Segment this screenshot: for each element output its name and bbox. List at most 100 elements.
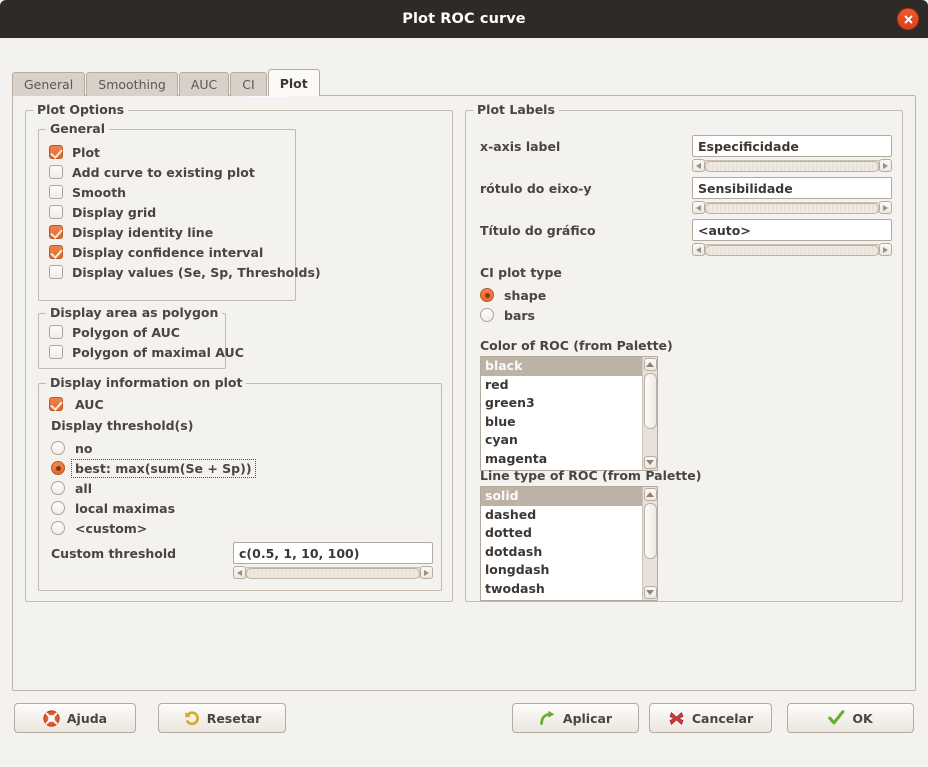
- apply-button[interactable]: Aplicar: [512, 703, 639, 733]
- scroll-right-button[interactable]: [879, 243, 892, 256]
- list-item[interactable]: blue: [481, 413, 642, 432]
- y-axis-label-input[interactable]: [692, 177, 892, 199]
- tab-general[interactable]: General: [12, 72, 86, 96]
- checkbox-auc[interactable]: AUC: [49, 394, 104, 414]
- list-item[interactable]: dotted: [481, 524, 642, 543]
- scroll-left-button[interactable]: [692, 243, 705, 256]
- list-item[interactable]: dashed: [481, 506, 642, 525]
- checkbox-polygon-of-maximal-auc[interactable]: Polygon of maximal AUC: [49, 342, 244, 362]
- plot-title-scrollbar[interactable]: [692, 243, 892, 256]
- custom-threshold-scrollbar[interactable]: [233, 566, 433, 579]
- radio-ci-bars-dot[interactable]: [480, 308, 494, 322]
- reset-button[interactable]: Resetar: [158, 703, 286, 733]
- scroll-track[interactable]: [246, 567, 420, 579]
- scroll-right-button[interactable]: [420, 566, 433, 579]
- linetype-list-scrollbar[interactable]: [642, 487, 657, 600]
- checkbox-display-values-box[interactable]: [49, 265, 63, 279]
- list-item[interactable]: cyan: [481, 431, 642, 450]
- scroll-right-button[interactable]: [879, 159, 892, 172]
- scroll-thumb[interactable]: [246, 568, 420, 579]
- scroll-track[interactable]: [705, 160, 879, 172]
- triangle-left-icon: [696, 204, 701, 211]
- custom-threshold-input[interactable]: [233, 542, 433, 564]
- scroll-thumb[interactable]: [705, 161, 879, 172]
- color-of-roc-listbox[interactable]: black red green3 blue cyan magenta: [480, 356, 658, 471]
- x-axis-label-input[interactable]: [692, 135, 892, 157]
- list-item[interactable]: solid: [481, 487, 642, 506]
- radio-threshold-no-dot[interactable]: [51, 441, 65, 455]
- scroll-thumb[interactable]: [643, 373, 657, 430]
- plot-title-input[interactable]: [692, 219, 892, 241]
- checkbox-smooth[interactable]: Smooth: [49, 182, 291, 202]
- radio-ci-shape[interactable]: shape: [480, 285, 546, 305]
- button-bar: Ajuda Resetar Aplicar Cancelar OK: [0, 691, 928, 767]
- list-item[interactable]: green3: [481, 394, 642, 413]
- tab-plot[interactable]: Plot: [267, 69, 320, 96]
- radio-ci-bars[interactable]: bars: [480, 305, 546, 325]
- checkbox-display-confidence-interval-box[interactable]: [49, 245, 63, 259]
- triangle-up-icon: [646, 492, 654, 497]
- scroll-left-button[interactable]: [692, 159, 705, 172]
- color-list-scrollbar[interactable]: [642, 357, 657, 470]
- scroll-right-button[interactable]: [879, 201, 892, 214]
- tab-auc[interactable]: AUC: [178, 72, 230, 96]
- checkbox-polygon-of-auc[interactable]: Polygon of AUC: [49, 322, 221, 342]
- radio-threshold-custom[interactable]: <custom>: [51, 518, 255, 538]
- list-item[interactable]: black: [481, 357, 642, 376]
- scroll-track[interactable]: [705, 244, 879, 256]
- checkbox-plot[interactable]: Plot: [49, 142, 291, 162]
- line-type-of-roc-caption: Line type of ROC (from Palette): [480, 468, 702, 483]
- scroll-thumb[interactable]: [705, 245, 879, 256]
- help-button[interactable]: Ajuda: [14, 703, 136, 733]
- line-type-of-roc-listbox[interactable]: solid dashed dotted dotdash longdash two…: [480, 486, 658, 601]
- radio-threshold-all[interactable]: all: [51, 478, 255, 498]
- checkbox-display-identity-line[interactable]: Display identity line: [49, 222, 291, 242]
- checkbox-polygon-of-auc-box[interactable]: [49, 325, 63, 339]
- checkbox-display-values[interactable]: Display values (Se, Sp, Thresholds): [49, 262, 321, 282]
- group-display-information-on-plot: Display information on plot AUC Display …: [38, 375, 442, 591]
- checkbox-polygon-of-maximal-auc-box[interactable]: [49, 345, 63, 359]
- list-item[interactable]: dotdash: [481, 543, 642, 562]
- list-item[interactable]: longdash: [481, 561, 642, 580]
- list-item[interactable]: magenta: [481, 450, 642, 469]
- scroll-left-button[interactable]: [233, 566, 246, 579]
- checkbox-add-curve-to-existing-plot[interactable]: Add curve to existing plot: [49, 162, 291, 182]
- cancel-button[interactable]: Cancelar: [649, 703, 772, 733]
- tab-smoothing[interactable]: Smoothing: [86, 72, 178, 96]
- checkbox-auc-box[interactable]: [49, 397, 63, 411]
- radio-threshold-local-maximas-dot[interactable]: [51, 501, 65, 515]
- checkbox-add-curve-box[interactable]: [49, 165, 63, 179]
- scroll-left-button[interactable]: [692, 201, 705, 214]
- scroll-track[interactable]: [643, 501, 657, 586]
- scroll-thumb[interactable]: [643, 503, 657, 560]
- group-plot-options: Plot Options General Plot Add curve to e…: [25, 102, 453, 602]
- radio-threshold-best-dot[interactable]: [51, 461, 65, 475]
- checkbox-smooth-box[interactable]: [49, 185, 63, 199]
- y-axis-label-scrollbar[interactable]: [692, 201, 892, 214]
- scroll-thumb[interactable]: [705, 203, 879, 214]
- group-info-legend: Display information on plot: [46, 375, 247, 390]
- scroll-down-button[interactable]: [643, 586, 657, 599]
- scroll-up-button[interactable]: [643, 358, 657, 371]
- checkbox-display-grid-box[interactable]: [49, 205, 63, 219]
- list-item[interactable]: red: [481, 376, 642, 395]
- close-button[interactable]: [897, 8, 919, 30]
- radio-ci-shape-dot[interactable]: [480, 288, 494, 302]
- scroll-up-button[interactable]: [643, 488, 657, 501]
- radio-threshold-custom-dot[interactable]: [51, 521, 65, 535]
- x-axis-label-scrollbar[interactable]: [692, 159, 892, 172]
- radio-threshold-no[interactable]: no: [51, 438, 255, 458]
- radio-threshold-all-dot[interactable]: [51, 481, 65, 495]
- tab-ci[interactable]: CI: [230, 72, 267, 96]
- list-item[interactable]: twodash: [481, 580, 642, 599]
- ok-button[interactable]: OK: [787, 703, 914, 733]
- checkbox-plot-box[interactable]: [49, 145, 63, 159]
- radio-threshold-local-maximas[interactable]: local maximas: [51, 498, 255, 518]
- scroll-track[interactable]: [705, 202, 879, 214]
- checkbox-display-grid-label: Display grid: [72, 204, 157, 220]
- checkbox-display-identity-line-box[interactable]: [49, 225, 63, 239]
- checkbox-display-grid[interactable]: Display grid: [49, 202, 291, 222]
- radio-threshold-best[interactable]: best: max(sum(Se + Sp)): [51, 458, 256, 478]
- checkbox-display-confidence-interval[interactable]: Display confidence interval: [49, 242, 291, 262]
- scroll-track[interactable]: [643, 371, 657, 456]
